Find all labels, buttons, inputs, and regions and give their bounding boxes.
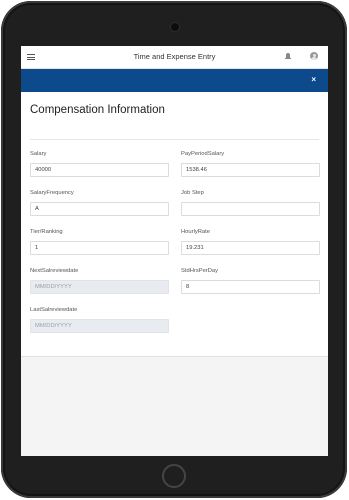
salary-field-group: Salary 40000	[30, 151, 169, 177]
tier-ranking-field-group: Tier/Ranking 1	[30, 229, 169, 255]
last-salary-review-date-label: LastSalreviewdate	[30, 307, 78, 313]
close-icon[interactable]: ×	[311, 75, 316, 85]
empty-grid-cell	[181, 307, 320, 333]
user-avatar-icon[interactable]	[310, 52, 318, 60]
next-salary-review-date-field-group: NextSalreviewdate MM/DD/YYYY	[30, 268, 169, 294]
last-salary-review-date-input[interactable]: MM/DD/YYYY	[30, 319, 169, 333]
section-title: Compensation Information	[30, 104, 165, 116]
std-hrs-per-day-field-group: StdHrsPerDay 8	[181, 268, 320, 294]
blue-banner: ×	[21, 69, 328, 92]
next-salary-review-date-input[interactable]: MM/DD/YYYY	[30, 280, 169, 294]
hourly-rate-field-group: HourlyRate 19.231	[181, 229, 320, 255]
pay-period-salary-input[interactable]: 1538.46	[181, 163, 320, 177]
job-step-label: Job Step	[181, 190, 204, 196]
home-button[interactable]	[162, 464, 186, 488]
compensation-panel: Compensation Information Salary 40000 Pa…	[21, 92, 328, 357]
salary-frequency-field-group: SalaryFrequency A	[30, 190, 169, 216]
app-screen: Time and Expense Entry × Compensation In…	[21, 46, 328, 456]
tier-ranking-label: Tier/Ranking	[30, 229, 63, 235]
camera-icon	[171, 23, 179, 31]
job-step-field-group: Job Step	[181, 190, 320, 216]
hourly-rate-input[interactable]: 19.231	[181, 241, 320, 255]
tier-ranking-input[interactable]: 1	[30, 241, 169, 255]
app-header: Time and Expense Entry	[21, 46, 328, 69]
job-step-input[interactable]	[181, 202, 320, 216]
last-salary-review-date-field-group: LastSalreviewdate MM/DD/YYYY	[30, 307, 169, 333]
compensation-form: Salary 40000 PayPeriodSalary 1538.46 Sal…	[30, 151, 320, 333]
hourly-rate-label: HourlyRate	[181, 229, 210, 235]
salary-label: Salary	[30, 151, 47, 157]
bell-icon[interactable]	[285, 53, 291, 60]
std-hrs-per-day-input[interactable]: 8	[181, 280, 320, 294]
tablet-frame: Time and Expense Entry × Compensation In…	[1, 1, 347, 498]
section-divider	[30, 139, 319, 140]
salary-frequency-input[interactable]: A	[30, 202, 169, 216]
salary-input[interactable]: 40000	[30, 163, 169, 177]
salary-frequency-label: SalaryFrequency	[30, 190, 74, 196]
pay-period-salary-label: PayPeriodSalary	[181, 151, 225, 157]
pay-period-salary-field-group: PayPeriodSalary 1538.46	[181, 151, 320, 177]
std-hrs-per-day-label: StdHrsPerDay	[181, 268, 219, 274]
next-salary-review-date-label: NextSalreviewdate	[30, 268, 79, 274]
app-title: Time and Expense Entry	[133, 52, 216, 61]
